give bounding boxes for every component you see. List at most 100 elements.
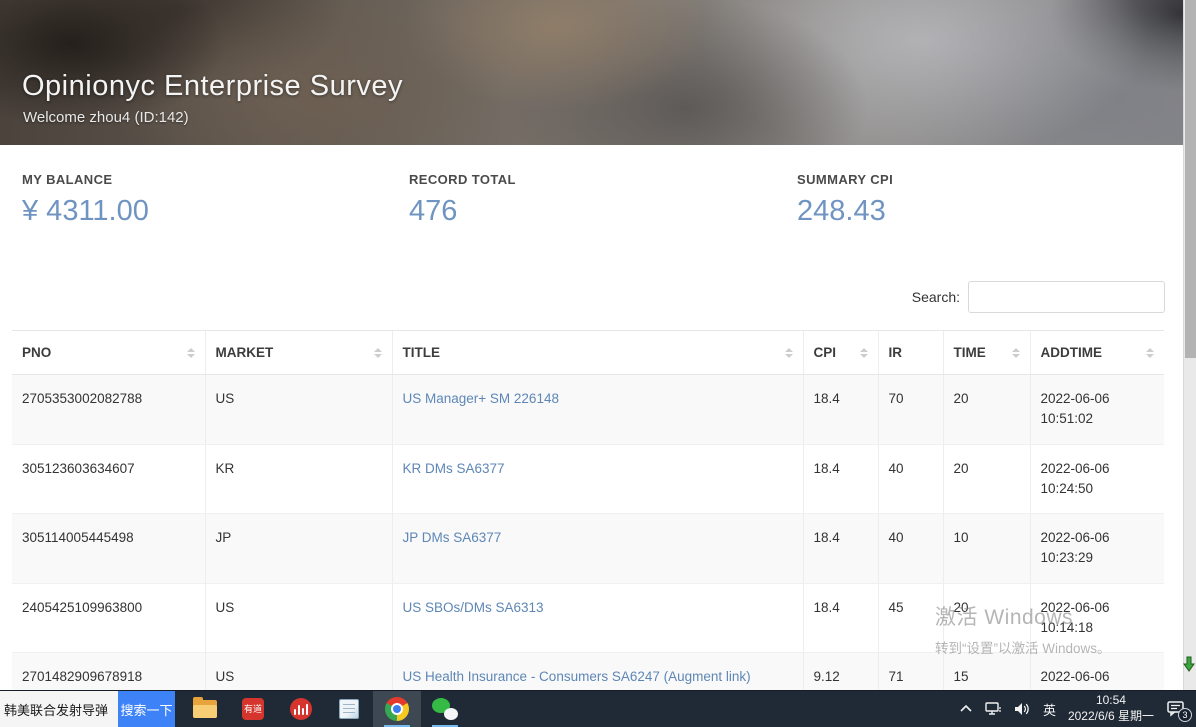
cell-market: US bbox=[205, 375, 392, 445]
column-label: CPI bbox=[814, 345, 837, 360]
sort-icon bbox=[785, 348, 793, 358]
cell-addtime: 2022-06-06 10:23:29 bbox=[1030, 514, 1164, 584]
column-header-pno[interactable]: PNO bbox=[12, 331, 205, 375]
chrome-icon[interactable] bbox=[373, 691, 421, 727]
cell-title: JP DMs SA6377 bbox=[392, 514, 803, 584]
sort-icon bbox=[1012, 348, 1020, 358]
survey-title-link[interactable]: US Health Insurance - Consumers SA6247 (… bbox=[403, 669, 751, 684]
ime-language-indicator[interactable]: 英 bbox=[1043, 700, 1056, 719]
wechat-logo-icon bbox=[432, 698, 458, 720]
cell-ir: 71 bbox=[878, 653, 943, 691]
cell-cpi: 18.4 bbox=[803, 583, 878, 653]
table-row: 2701482909678918 US US Health Insurance … bbox=[12, 653, 1164, 691]
cell-title: US Manager+ SM 226148 bbox=[392, 375, 803, 445]
tray-expand-chevron-icon[interactable] bbox=[959, 704, 973, 714]
note-icon bbox=[339, 699, 359, 719]
sort-icon bbox=[1146, 348, 1154, 358]
chrome-logo-icon bbox=[385, 697, 409, 721]
hero-banner: Opinionyc Enterprise Survey Welcome zhou… bbox=[0, 0, 1183, 145]
page-title: Opinionyc Enterprise Survey bbox=[22, 70, 403, 103]
scrollbar-thumb[interactable] bbox=[1185, 0, 1196, 358]
survey-title-link[interactable]: JP DMs SA6377 bbox=[403, 530, 502, 545]
cell-pno: 2705353002082788 bbox=[12, 375, 205, 445]
clock-date: 2022/6/6 星期一 bbox=[1068, 709, 1154, 725]
column-header-time[interactable]: TIME bbox=[943, 331, 1030, 375]
cell-pno: 305114005445498 bbox=[12, 514, 205, 584]
column-header-title[interactable]: TITLE bbox=[392, 331, 803, 375]
cell-market: US bbox=[205, 653, 392, 691]
page-scrollbar[interactable] bbox=[1183, 0, 1196, 690]
cell-time: 15 bbox=[943, 653, 1030, 691]
column-label: TITLE bbox=[403, 345, 441, 360]
column-header-addtime[interactable]: ADDTIME bbox=[1030, 331, 1164, 375]
stat-record-total: RECORD TOTAL 476 bbox=[409, 172, 516, 228]
column-label: IR bbox=[889, 345, 903, 360]
survey-title-link[interactable]: KR DMs SA6377 bbox=[403, 461, 505, 476]
search-label: Search: bbox=[912, 289, 960, 305]
column-label: MARKET bbox=[216, 345, 274, 360]
cell-addtime: 2022-06-06 10:24:50 bbox=[1030, 444, 1164, 514]
cell-cpi: 18.4 bbox=[803, 375, 878, 445]
sort-icon bbox=[374, 348, 382, 358]
volume-icon[interactable] bbox=[1014, 702, 1031, 716]
cell-ir: 40 bbox=[878, 514, 943, 584]
download-arrow-icon[interactable] bbox=[1183, 656, 1195, 672]
survey-title-link[interactable]: US Manager+ SM 226148 bbox=[403, 391, 559, 406]
cell-title: US SBOs/DMs SA6313 bbox=[392, 583, 803, 653]
column-label: PNO bbox=[22, 345, 51, 360]
windows-taskbar: 韩美联合发射导弹 搜索一下 有道 bbox=[0, 690, 1196, 727]
column-header-ir[interactable]: IR bbox=[878, 331, 943, 375]
cell-addtime: 2022-06-06 10:14:18 bbox=[1030, 583, 1164, 653]
cell-cpi: 18.4 bbox=[803, 514, 878, 584]
table-row: 2705353002082788 US US Manager+ SM 22614… bbox=[12, 375, 1164, 445]
cell-title: US Health Insurance - Consumers SA6247 (… bbox=[392, 653, 803, 691]
cell-time: 20 bbox=[943, 583, 1030, 653]
cell-time: 20 bbox=[943, 375, 1030, 445]
taskbar-search-button[interactable]: 搜索一下 bbox=[118, 691, 175, 727]
equalizer-icon bbox=[290, 698, 312, 720]
cell-cpi: 18.4 bbox=[803, 444, 878, 514]
column-label: ADDTIME bbox=[1041, 345, 1103, 360]
cell-time: 10 bbox=[943, 514, 1030, 584]
cell-time: 20 bbox=[943, 444, 1030, 514]
system-tray: 英 10:54 2022/6/6 星期一 3 bbox=[959, 691, 1196, 727]
cell-addtime: 2022-06-06 10:06:08 bbox=[1030, 653, 1164, 691]
music-player-icon[interactable] bbox=[277, 691, 325, 727]
survey-table: PNO MARKET TITLE CPI IR TIME ADDTIME 270… bbox=[12, 330, 1164, 690]
taskbar-news-ticker[interactable]: 韩美联合发射导弹 bbox=[0, 691, 118, 727]
taskbar-app-icons: 有道 bbox=[181, 691, 469, 727]
browser-page: Opinionyc Enterprise Survey Welcome zhou… bbox=[0, 0, 1183, 690]
search-input[interactable] bbox=[968, 281, 1165, 313]
youdao-icon[interactable]: 有道 bbox=[229, 691, 277, 727]
table-row: 2405425109963800 US US SBOs/DMs SA6313 1… bbox=[12, 583, 1164, 653]
cell-title: KR DMs SA6377 bbox=[392, 444, 803, 514]
youdao-logo-icon: 有道 bbox=[242, 698, 264, 720]
table-search: Search: bbox=[912, 281, 1165, 313]
welcome-text: Welcome zhou4 (ID:142) bbox=[23, 109, 189, 126]
stat-my-balance: MY BALANCE ¥ 4311.00 bbox=[22, 172, 149, 228]
cell-addtime: 2022-06-06 10:51:02 bbox=[1030, 375, 1164, 445]
cell-ir: 70 bbox=[878, 375, 943, 445]
column-header-market[interactable]: MARKET bbox=[205, 331, 392, 375]
survey-title-link[interactable]: US SBOs/DMs SA6313 bbox=[403, 600, 544, 615]
cell-market: KR bbox=[205, 444, 392, 514]
table-row: 305114005445498 JP JP DMs SA6377 18.4 40… bbox=[12, 514, 1164, 584]
sort-icon bbox=[860, 348, 868, 358]
column-header-cpi[interactable]: CPI bbox=[803, 331, 878, 375]
notification-badge: 3 bbox=[1178, 708, 1192, 722]
column-label: TIME bbox=[954, 345, 986, 360]
notepad-icon[interactable] bbox=[325, 691, 373, 727]
cell-ir: 40 bbox=[878, 444, 943, 514]
file-explorer-icon[interactable] bbox=[181, 691, 229, 727]
cell-cpi: 9.12 bbox=[803, 653, 878, 691]
taskbar-clock[interactable]: 10:54 2022/6/6 星期一 bbox=[1068, 693, 1154, 724]
stat-summary-cpi: SUMMARY CPI 248.43 bbox=[797, 172, 893, 228]
stat-value: 248.43 bbox=[797, 195, 893, 228]
cell-market: US bbox=[205, 583, 392, 653]
sort-icon bbox=[187, 348, 195, 358]
network-icon[interactable] bbox=[985, 702, 1002, 716]
wechat-icon[interactable] bbox=[421, 691, 469, 727]
notification-center-icon[interactable]: 3 bbox=[1166, 700, 1186, 718]
cell-pno: 2701482909678918 bbox=[12, 653, 205, 691]
table-header-row: PNO MARKET TITLE CPI IR TIME ADDTIME bbox=[12, 331, 1164, 375]
